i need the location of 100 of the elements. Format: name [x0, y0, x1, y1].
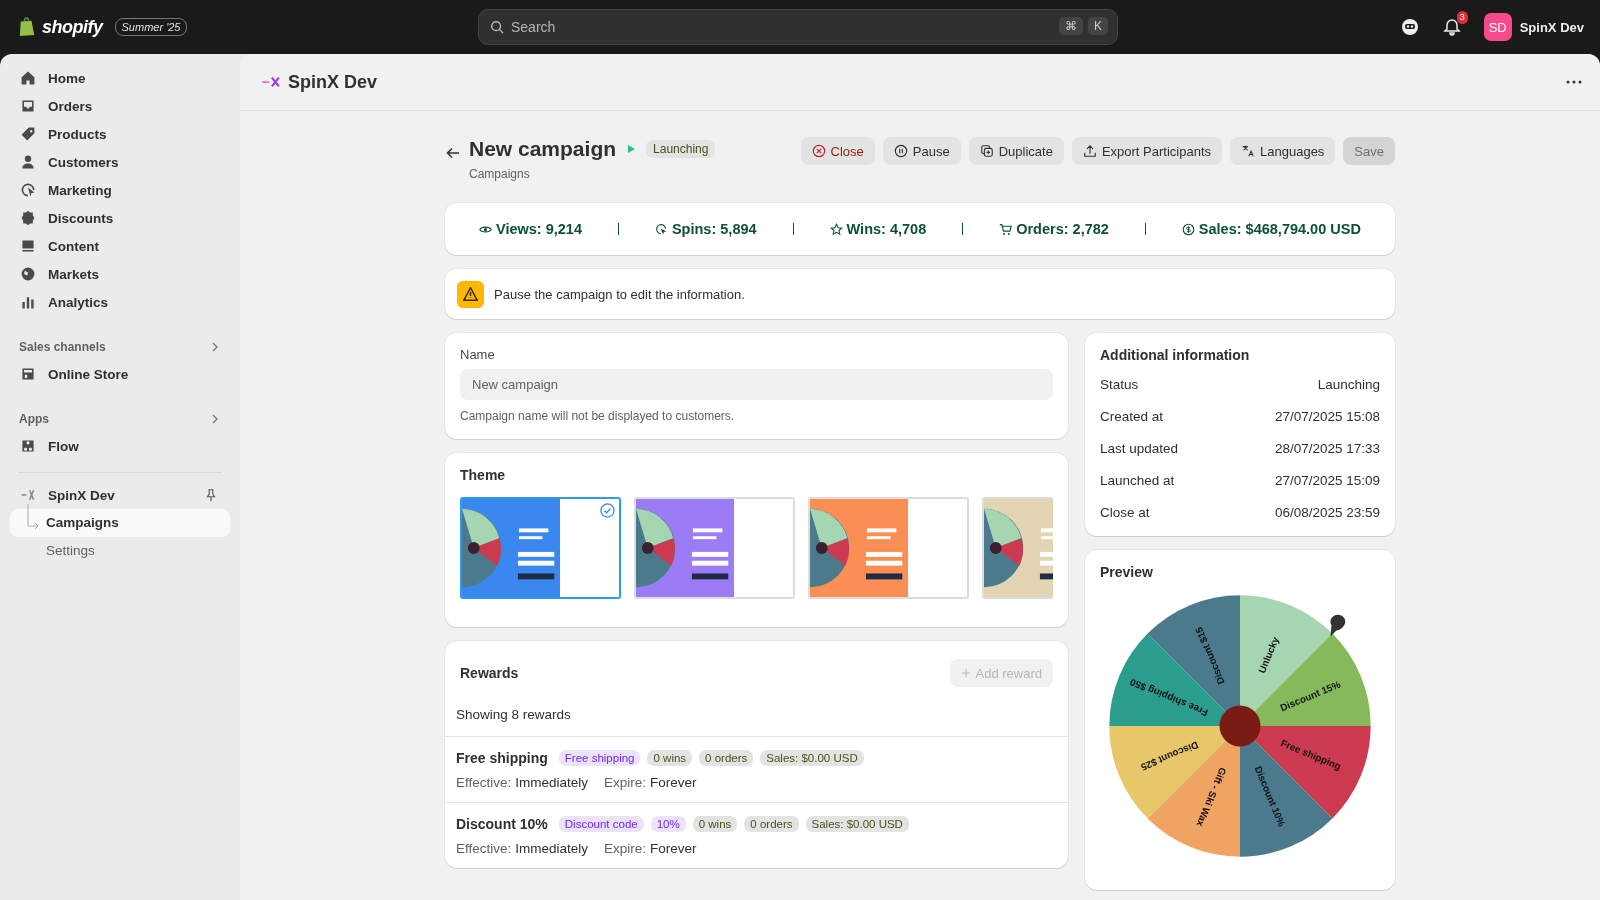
- stat-value: Spins: 5,894: [654, 221, 757, 237]
- pointer-icon: [1330, 614, 1346, 637]
- store-icon: [20, 366, 36, 382]
- nav-item[interactable]: Online Store: [10, 360, 230, 388]
- help-text: Campaign name will not be displayed to customers.: [460, 409, 736, 423]
- field-label: Name: [460, 347, 496, 362]
- star-icon: [829, 222, 843, 236]
- notice-text: Pause the campaign to edit the information.: [494, 286, 745, 302]
- status-badge: Launching: [646, 140, 716, 158]
- card-title: Additional information: [1100, 347, 1251, 363]
- person-icon: [20, 154, 36, 170]
- shopping-bag-icon: [18, 17, 36, 37]
- stat-value: Sales: $468,794.00 USD: [1181, 221, 1361, 237]
- info-value: 28/07/2025 17:33: [1274, 441, 1380, 456]
- reward-tag: Sales: $0.00 USD: [760, 750, 864, 766]
- nav-item[interactable]: Orders: [10, 92, 230, 120]
- play-icon: [626, 144, 637, 154]
- stat-value: Orders: 2,782: [999, 221, 1109, 237]
- bell-icon[interactable]: [1441, 17, 1462, 37]
- meta-label: Expire:: [604, 841, 647, 856]
- spinx-logo-icon: [260, 75, 282, 89]
- reward-tag: 10%: [650, 816, 686, 832]
- target-icon: [20, 182, 36, 198]
- nav-item[interactable]: Analytics: [10, 288, 230, 316]
- nav-item[interactable]: Products: [10, 120, 230, 148]
- meta-label: Effective:: [456, 841, 512, 856]
- bar-chart-icon: [20, 294, 36, 310]
- robot-icon[interactable]: [1399, 17, 1420, 37]
- chevron-right-icon[interactable]: [210, 414, 220, 424]
- dollar-icon: [1181, 222, 1195, 236]
- flow-icon: [20, 438, 36, 454]
- upload-icon: [1082, 144, 1097, 158]
- meta-value: Forever: [650, 841, 697, 856]
- duplicate-icon: [979, 144, 994, 158]
- action-button[interactable]: Languages: [1230, 137, 1336, 165]
- reward-tag: 0 wins: [647, 750, 693, 766]
- rewards-count: Showing 8 rewards: [456, 707, 572, 722]
- section-heading: Apps: [19, 412, 49, 426]
- reward-tag: 0 orders: [699, 750, 754, 766]
- close-icon: [811, 144, 826, 158]
- info-value: 27/07/2025 15:08: [1274, 409, 1380, 424]
- action-button[interactable]: Export Participants: [1071, 137, 1222, 165]
- nav-item[interactable]: Discounts: [10, 204, 230, 232]
- meta-value: Immediately: [515, 841, 589, 856]
- reward-tag: 0 orders: [744, 816, 799, 832]
- more-icon[interactable]: [1566, 80, 1582, 84]
- tag-icon: [20, 126, 36, 142]
- nav-subitem[interactable]: Settings: [10, 537, 230, 565]
- store-name[interactable]: SpinX Dev: [1519, 19, 1584, 35]
- nav-item[interactable]: SpinX Dev: [10, 481, 125, 509]
- info-value: 27/07/2025 15:09: [1274, 473, 1380, 488]
- tree-connector: [27, 503, 39, 530]
- info-label: Last updated: [1100, 441, 1179, 456]
- action-button[interactable]: Close: [800, 137, 875, 165]
- nav-item[interactable]: Flow: [10, 432, 230, 460]
- nav-item[interactable]: Marketing: [10, 176, 230, 204]
- meta-value: Immediately: [515, 775, 589, 790]
- card-title: Rewards: [460, 665, 519, 681]
- stat-value: Wins: 4,708: [829, 221, 927, 237]
- nav-item[interactable]: Markets: [10, 260, 230, 288]
- nav-item[interactable]: Content: [10, 232, 230, 260]
- cart-icon: [999, 222, 1013, 236]
- nav-item[interactable]: Home: [10, 64, 230, 92]
- warning-icon: [457, 280, 484, 308]
- nav-item[interactable]: Customers: [10, 148, 230, 176]
- reward-tag: Sales: $0.00 USD: [805, 816, 909, 832]
- edition-badge: Summer '25: [114, 18, 188, 36]
- nav-subitem[interactable]: Campaigns: [10, 509, 230, 537]
- inbox-icon: [20, 98, 36, 114]
- page-title: New campaign: [469, 137, 617, 161]
- back-arrow-icon[interactable]: [445, 145, 461, 161]
- reward-tag: Discount code: [558, 816, 644, 832]
- translate-icon: [1241, 144, 1255, 158]
- breadcrumb-link[interactable]: Campaigns: [469, 167, 530, 181]
- info-label: Created at: [1100, 409, 1164, 424]
- cursor-icon: [654, 222, 668, 236]
- info-label: Close at: [1100, 505, 1150, 520]
- badge-icon: [20, 210, 36, 226]
- spinx-logo-icon: [20, 487, 36, 503]
- action-button[interactable]: Pause: [882, 137, 961, 165]
- segment-label: Gift - Ski Wax: [1194, 765, 1229, 829]
- info-value: Launching: [1317, 377, 1380, 392]
- pause-icon: [893, 144, 908, 158]
- wheel-hub: [1219, 705, 1261, 747]
- pin-icon[interactable]: [204, 488, 218, 502]
- section-heading: Sales channels: [19, 340, 106, 354]
- plus-icon: [960, 668, 971, 678]
- check-icon: [600, 503, 615, 518]
- meta-label: Expire:: [604, 775, 647, 790]
- action-button[interactable]: Duplicate: [968, 137, 1064, 165]
- shortcut-key: ⌘: [1059, 17, 1083, 35]
- reward-name: Discount 10%: [456, 816, 548, 832]
- app-title: SpinX Dev: [288, 71, 378, 93]
- name-field[interactable]: New campaign: [460, 369, 1053, 400]
- reward-tag: Free shipping: [558, 750, 641, 766]
- notification-badge: 3: [1456, 11, 1468, 24]
- shopify-logo[interactable]: shopify: [42, 16, 103, 38]
- reward-name: Free shipping: [456, 750, 548, 766]
- chevron-right-icon[interactable]: [210, 342, 220, 352]
- search-icon: [490, 20, 504, 34]
